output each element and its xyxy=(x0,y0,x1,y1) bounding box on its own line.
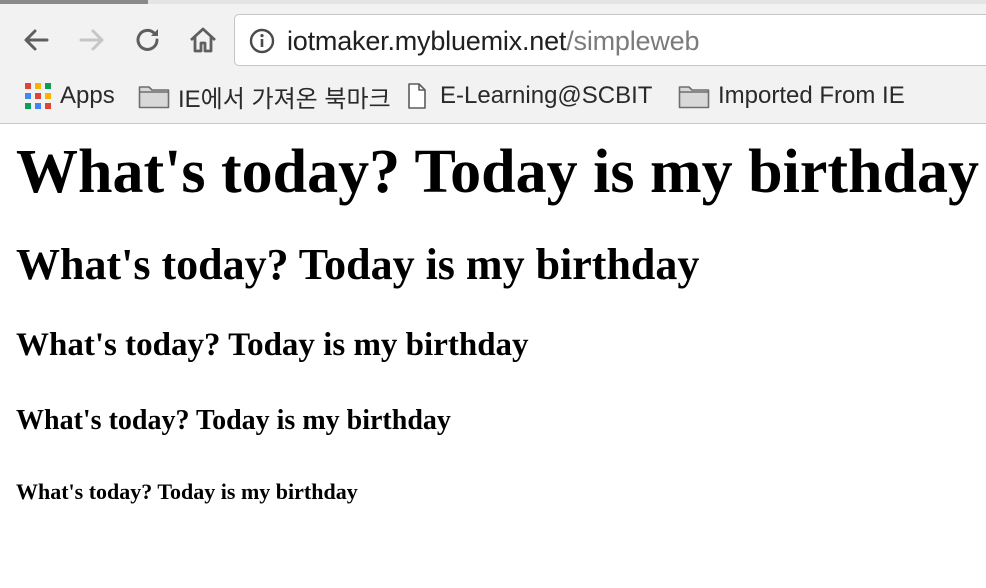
address-bar[interactable]: iotmaker.mybluemix.net/simpleweb xyxy=(234,14,986,66)
home-icon xyxy=(190,27,216,53)
bookmark-label: Imported From IE xyxy=(718,82,905,109)
url-host: iotmaker.mybluemix.net xyxy=(287,26,567,56)
heading-4: What's today? Today is my birthday xyxy=(16,405,451,436)
tab-strip xyxy=(0,0,986,4)
page-content: What's today? Today is my birthday What'… xyxy=(0,125,986,588)
bookmark-ie-folder[interactable]: IE에서 가져온 북마크 xyxy=(138,76,391,116)
url-text[interactable]: iotmaker.mybluemix.net/simpleweb xyxy=(287,24,699,58)
reload-button[interactable] xyxy=(130,22,166,58)
back-arrow-icon xyxy=(24,29,49,51)
page-icon xyxy=(408,83,426,109)
heading-1: What's today? Today is my birthday xyxy=(16,138,979,206)
bookmark-label: IE에서 가져온 북마크 xyxy=(178,85,391,113)
bookmark-elearning[interactable]: E-Learning@SCBIT xyxy=(406,76,652,116)
folder-icon xyxy=(678,86,710,109)
apps-grid-icon xyxy=(25,83,51,109)
url-path: /simpleweb xyxy=(566,26,700,56)
bookmark-label: Apps xyxy=(60,82,115,109)
reload-icon xyxy=(136,28,159,51)
browser-chrome: iotmaker.mybluemix.net/simpleweb Apps IE… xyxy=(0,0,986,124)
back-button[interactable] xyxy=(18,22,54,58)
bookmark-label: E-Learning@SCBIT xyxy=(440,82,653,109)
folder-icon xyxy=(138,86,170,109)
info-icon[interactable] xyxy=(249,28,275,54)
bookmarks-bar: Apps IE에서 가져온 북마크 E-Learning@SCBIT Impor… xyxy=(0,76,986,116)
home-button[interactable] xyxy=(185,22,221,58)
heading-5: What's today? Today is my birthday xyxy=(16,479,358,504)
forward-arrow-icon xyxy=(79,29,104,51)
heading-2: What's today? Today is my birthday xyxy=(16,240,700,289)
bookmark-imported-folder[interactable]: Imported From IE xyxy=(678,76,905,116)
bookmark-apps[interactable]: Apps xyxy=(24,76,115,116)
active-tab-indicator[interactable] xyxy=(0,0,148,4)
forward-button[interactable] xyxy=(74,22,110,58)
heading-3: What's today? Today is my birthday xyxy=(16,327,529,363)
